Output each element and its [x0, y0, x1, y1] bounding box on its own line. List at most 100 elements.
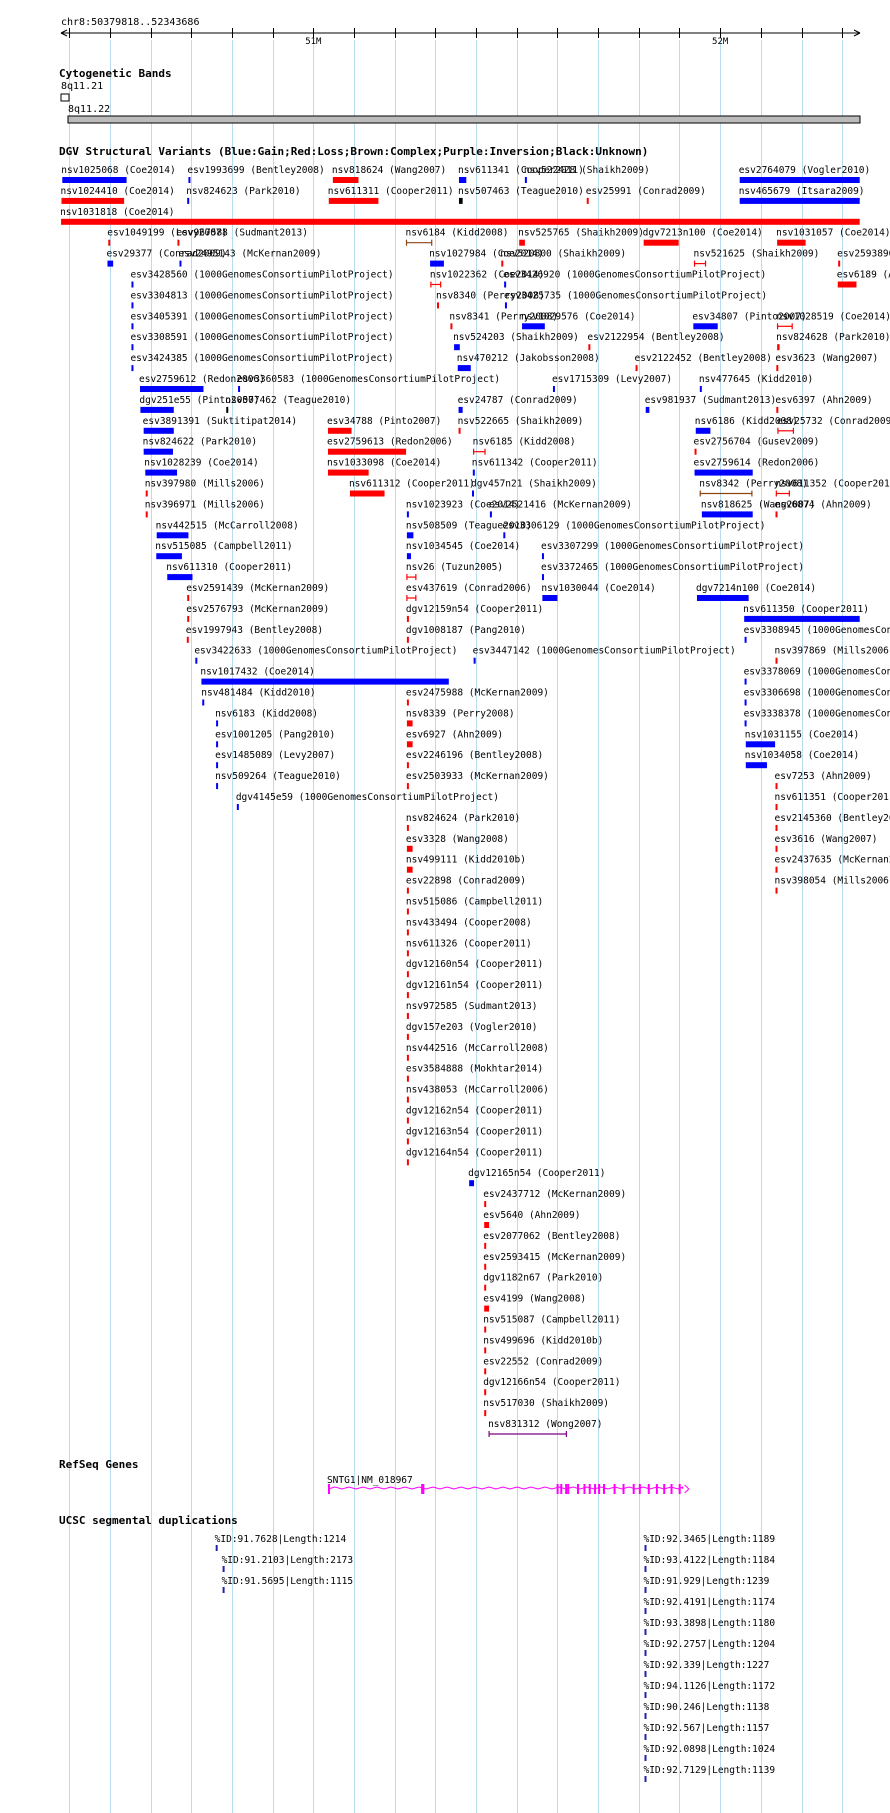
segdup-label: %ID:92.339|Length:1227: [643, 1660, 769, 1671]
cytoband-8q11-22: [67, 115, 861, 124]
variant-label: esv3405391 (1000GenomesConsortiumPilotPr…: [130, 311, 393, 322]
gene-exon: [594, 1484, 597, 1494]
variant-label: esv2077062 (Bentley2008): [483, 1231, 620, 1242]
variant-label: nsv611326 (Cooper2011): [406, 938, 532, 949]
variant-bar: [406, 720, 413, 727]
gene-exon: [565, 1484, 568, 1494]
variant-label: nsv438053 (McCarroll2006): [406, 1085, 549, 1096]
segdup-bar: [215, 1545, 218, 1551]
variant-label: nsv397980 (Mills2006): [145, 479, 265, 490]
variant-bar: [406, 992, 409, 999]
variant-bar: [454, 344, 460, 351]
variant-label: esv2756704 (Gusev2009): [694, 437, 820, 448]
variant-bar: [216, 741, 219, 748]
variant-label: esv2246196 (Bentley2008): [406, 750, 543, 761]
variant-label: esv3308591 (1000GenomesConsortiumPilotPr…: [130, 332, 393, 343]
variant-bar: [776, 365, 779, 372]
variant-label: esv2437712 (McKernan2009): [483, 1189, 626, 1200]
variant-label: nsv398054 (Mills2006): [775, 876, 890, 887]
variant-label: esv24787 (Conrad2009): [458, 395, 578, 406]
variant-label: dgv12163n54 (Cooper2011): [406, 1126, 543, 1137]
variant-bar: [484, 1222, 490, 1228]
variant-bar: [484, 1410, 487, 1417]
gene-exon: [602, 1484, 605, 1494]
gene-exon: [327, 1484, 330, 1494]
variant-label: esv2475988 (McKernan2009): [406, 688, 549, 699]
variant-bar: [406, 824, 409, 831]
variant-bar: [504, 281, 507, 288]
segdup-label: %ID:91.5695|Length:1115: [222, 1576, 354, 1587]
variant-bar: [739, 177, 860, 183]
variant-label: esv6927 (Ahn2009): [406, 729, 503, 740]
variant-label: esv3307299 (1000GenomesConsortiumPilotPr…: [541, 541, 804, 552]
variant-label: esv3616 (Wang2007): [775, 834, 878, 845]
variant-bar: [437, 302, 440, 309]
variant-bar: [745, 741, 776, 748]
variant-bar: [327, 427, 352, 434]
variant-bar: [131, 302, 134, 309]
dgv-track: DGV Structural Variants (Blue:Gain;Red:L…: [59, 145, 890, 1437]
variant-bar: [131, 281, 134, 288]
segdup-bar: [644, 1776, 647, 1782]
variant-label: nsv1025068 (Coe2014): [61, 165, 175, 176]
variant-label: esv3428560 (1000GenomesConsortiumPilotPr…: [130, 270, 393, 281]
variant-label: esv25732 (Conrad2009): [777, 416, 890, 427]
variant-bar: [775, 824, 778, 831]
variant-bar: [226, 406, 229, 413]
variant-bar: [188, 177, 191, 183]
variant-label: nsv520800 (Shaikh2009): [500, 249, 626, 260]
variant-bar: [504, 302, 507, 309]
variant-bar: [695, 427, 711, 434]
segdup-label: %ID:91.929|Length:1239: [643, 1576, 769, 1587]
variant-label: nsv1033098 (Coe2014): [327, 458, 441, 469]
track-title-segdup: UCSC segmental duplications: [59, 1514, 238, 1527]
variant-label: nsv611312 (Cooper2011): [349, 479, 475, 490]
variant-label: nsv507463 (Teague2010): [458, 186, 584, 197]
ruler-tick-label: 52M: [712, 37, 729, 47]
segdup-label: %ID:94.1126|Length:1172: [643, 1681, 775, 1692]
variant-bar: [236, 804, 239, 810]
variant-bar: [484, 1368, 487, 1375]
variant-label: nsv611350 (Cooper2011): [743, 604, 869, 615]
variant-label: nsv824624 (Park2010): [406, 813, 520, 824]
variant-bar: [744, 699, 747, 706]
variant-bar: [406, 741, 413, 748]
variant-bar: [143, 448, 173, 455]
variant-bar: [775, 887, 778, 894]
variant-label: nsv824623 (Park2010): [186, 186, 300, 197]
variant-label: esv7253 (Ahn2009): [775, 771, 872, 782]
variant-bar: [406, 1013, 409, 1019]
variant-bar: [187, 197, 190, 204]
variant-bar: [643, 239, 679, 246]
variant-label: esv2593896 (McKernan2009): [837, 249, 890, 260]
variant-label: nsv507462 (Teague2010): [225, 395, 351, 406]
cytoband-track: Cytogenetic Bands 8q11.21 8q11.22: [59, 67, 861, 124]
variant-bar: [131, 365, 134, 372]
variant-bar: [458, 427, 461, 434]
ruler-coords: chr8:50379818..52343686: [61, 17, 199, 28]
variant-bar: [143, 427, 174, 434]
gene-exon: [655, 1484, 658, 1494]
variant-label: nsv525765 (Shaikh2009): [518, 228, 644, 239]
variant-bar: [406, 783, 409, 790]
variant-label: nsv1031057 (Coe2014): [776, 228, 890, 239]
variant-bar: [744, 636, 747, 643]
genome-browser-panel: chr8:50379818..52343686 51M 52M Cytogenet…: [59, 17, 890, 1813]
variant-bar: [469, 1180, 475, 1187]
variant-label: esv2521416 (McKernan2009): [489, 499, 632, 510]
variant-bar: [406, 511, 409, 518]
variant-bar: [167, 574, 193, 581]
variant-bar: [406, 845, 413, 852]
variant-bar: [458, 197, 463, 204]
variant-bar: [484, 1347, 487, 1354]
variant-label: esv1001205 (Pang2010): [215, 729, 335, 740]
variant-bar: [694, 448, 697, 455]
variant-bar: [775, 511, 778, 518]
gene-exon: [560, 1484, 563, 1494]
variant-label: dgv1008187 (Pang2010): [406, 625, 526, 636]
variant-bar: [838, 260, 841, 267]
variant-label: nsv515087 (Campbell2011): [483, 1315, 620, 1326]
variant-bar: [744, 615, 860, 622]
segdup-bar: [222, 1587, 225, 1593]
cytoband-8q11-21: [60, 93, 70, 102]
